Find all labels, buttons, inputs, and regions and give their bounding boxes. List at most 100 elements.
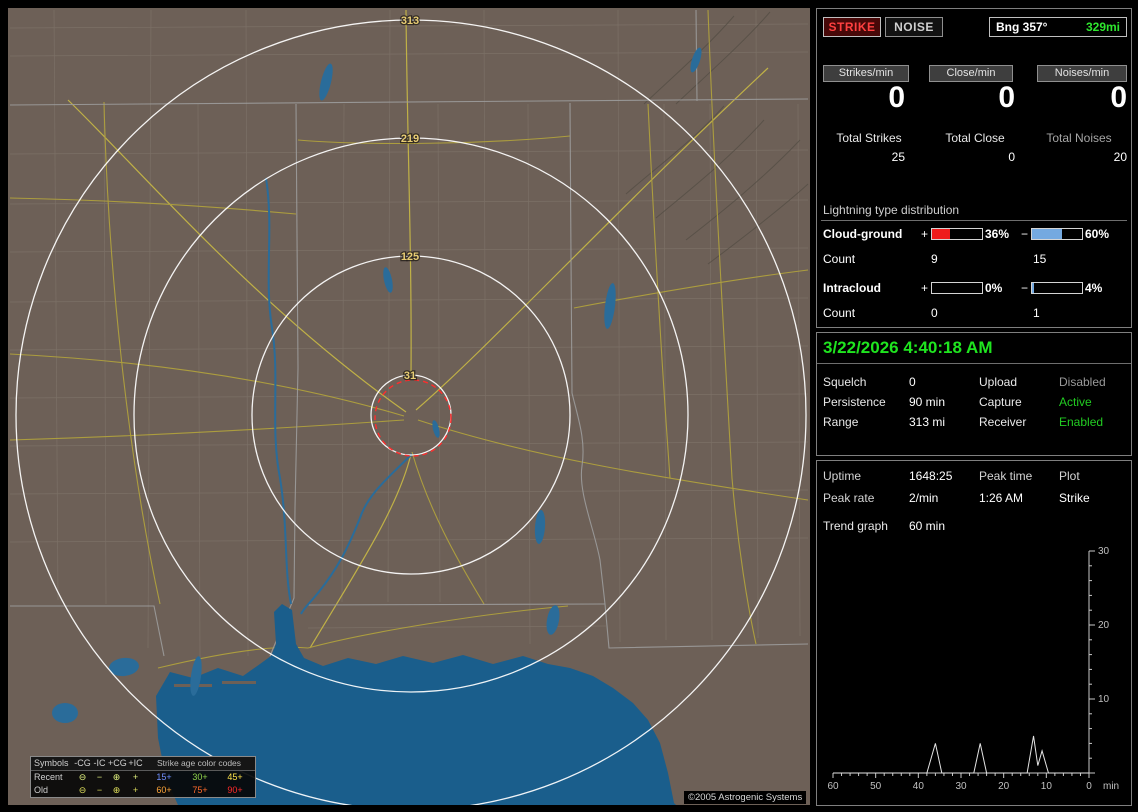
distribution-title: Lightning type distribution bbox=[823, 203, 960, 217]
old-nic-icon: − bbox=[96, 785, 103, 795]
noise-button[interactable]: NOISE bbox=[885, 17, 943, 37]
age-90: 90+ bbox=[227, 785, 243, 795]
svg-text:40: 40 bbox=[913, 781, 925, 792]
map-legend: Symbols -CG -IC +CG +IC Strike age color… bbox=[30, 756, 256, 798]
peak-rate-label: Peak rate bbox=[823, 491, 875, 505]
strike-counter-panel: STRIKE NOISE Bng 357° 329mi Strikes/min … bbox=[816, 8, 1132, 328]
uptime-value: 1648:25 bbox=[909, 469, 953, 483]
svg-text:20: 20 bbox=[1098, 620, 1110, 631]
intracloud-label: Intracloud bbox=[823, 281, 882, 295]
minus-sign: − bbox=[1021, 281, 1029, 295]
noises-per-min-button[interactable]: Noises/min bbox=[1037, 65, 1127, 82]
svg-text:20: 20 bbox=[998, 781, 1010, 792]
legend-col-pcg: +CG bbox=[108, 758, 127, 768]
svg-text:30: 30 bbox=[955, 781, 967, 792]
trend-panel: Uptime 1648:25 Peak time Plot Peak rate … bbox=[816, 460, 1132, 806]
divider bbox=[821, 220, 1127, 221]
minus-sign: − bbox=[1021, 227, 1029, 241]
cg-positive-count: 9 bbox=[931, 252, 938, 266]
copyright-text: ©2005 Astrogenic Systems bbox=[684, 791, 807, 804]
recent-nic-icon: − bbox=[96, 772, 103, 782]
total-noises-value: 20 bbox=[1113, 150, 1127, 164]
close-per-min-value: 0 bbox=[998, 81, 1015, 114]
legend-col-ncg: -CG bbox=[74, 758, 91, 768]
trend-graph: 10 20 30 60 50 40 30 20 10 0 min bbox=[827, 546, 1119, 792]
svg-text:0: 0 bbox=[1086, 781, 1092, 792]
age-45: 45+ bbox=[227, 772, 243, 782]
datetime-display: 3/22/2026 4:40:18 AM bbox=[823, 338, 993, 357]
old-pcg-icon: ⊕ bbox=[112, 785, 121, 795]
total-close-label: Total Close bbox=[945, 131, 1005, 145]
old-ncg-icon: ⊖ bbox=[78, 785, 87, 795]
upload-label: Upload bbox=[979, 375, 1018, 389]
ring-label-31: 31 bbox=[404, 370, 416, 382]
age-15: 15+ bbox=[156, 772, 172, 782]
receiver-status: Enabled bbox=[1059, 415, 1104, 429]
total-strikes-label: Total Strikes bbox=[836, 131, 902, 145]
strikes-per-min-button[interactable]: Strikes/min bbox=[823, 65, 909, 82]
legend-col-nic: -IC bbox=[93, 758, 106, 768]
ic-negative-pct: 4% bbox=[1085, 281, 1103, 295]
ic-positive-bar bbox=[931, 282, 983, 294]
ring-label-313: 313 bbox=[401, 15, 419, 27]
range-label: Range bbox=[823, 415, 859, 429]
divider bbox=[817, 363, 1131, 364]
legend-symbols-header: Symbols bbox=[34, 758, 69, 768]
range-setting-value: 313 mi bbox=[909, 415, 946, 429]
legend-age-header: Strike age color codes bbox=[156, 758, 242, 768]
capture-status: Active bbox=[1059, 395, 1092, 409]
persistence-label: Persistence bbox=[823, 395, 886, 409]
ic-negative-bar bbox=[1031, 282, 1083, 294]
bearing-value: Bng 357° bbox=[996, 20, 1048, 34]
recent-ncg-icon: ⊖ bbox=[78, 772, 87, 782]
map-canvas: 313 219 125 31 bbox=[8, 8, 810, 805]
recent-pcg-icon: ⊕ bbox=[112, 772, 121, 782]
ic-positive-count: 0 bbox=[931, 306, 938, 320]
cg-positive-pct: 36% bbox=[985, 227, 1010, 241]
ic-negative-count: 1 bbox=[1033, 306, 1040, 320]
plot-value: Strike bbox=[1059, 491, 1090, 505]
uptime-label: Uptime bbox=[823, 469, 862, 483]
noises-per-min-value: 0 bbox=[1110, 81, 1127, 114]
strikes-per-min-value: 0 bbox=[888, 81, 905, 114]
total-strikes-value: 25 bbox=[891, 150, 905, 164]
ic-positive-pct: 0% bbox=[985, 281, 1003, 295]
cg-negative-count: 15 bbox=[1033, 252, 1047, 266]
peak-time-label: Peak time bbox=[979, 469, 1033, 483]
trend-window-value: 60 min bbox=[909, 519, 946, 533]
ring-label-219: 219 bbox=[401, 133, 419, 145]
cg-negative-pct: 60% bbox=[1085, 227, 1110, 241]
peak-time-value: 1:26 AM bbox=[979, 491, 1024, 505]
persistence-value: 90 min bbox=[909, 395, 946, 409]
close-per-min-button[interactable]: Close/min bbox=[929, 65, 1013, 82]
capture-label: Capture bbox=[979, 395, 1022, 409]
trend-graph-label: Trend graph bbox=[823, 519, 888, 533]
total-noises-label: Total Noises bbox=[1046, 131, 1112, 145]
legend-col-pic: +IC bbox=[128, 758, 143, 768]
old-pic-icon: + bbox=[132, 785, 139, 795]
ring-label-125: 125 bbox=[401, 251, 419, 263]
squelch-label: Squelch bbox=[823, 375, 867, 389]
svg-text:min: min bbox=[1103, 781, 1119, 792]
svg-text:10: 10 bbox=[1098, 694, 1110, 705]
lightning-map[interactable]: 313 219 125 31 Symbols -CG -IC +CG +IC S… bbox=[8, 8, 810, 805]
squelch-value: 0 bbox=[909, 375, 916, 389]
strike-button[interactable]: STRIKE bbox=[823, 17, 881, 37]
age-60: 60+ bbox=[156, 785, 172, 795]
recent-pic-icon: + bbox=[132, 772, 139, 782]
cg-positive-bar bbox=[931, 228, 983, 240]
plus-sign: + bbox=[921, 281, 929, 295]
legend-old-label: Old bbox=[34, 785, 49, 795]
svg-text:10: 10 bbox=[1041, 781, 1053, 792]
upload-status: Disabled bbox=[1059, 375, 1106, 389]
plus-sign: + bbox=[921, 227, 929, 241]
bearing-range-display: Bng 357° 329mi bbox=[989, 17, 1127, 37]
range-value: 329mi bbox=[1085, 20, 1120, 34]
peak-rate-value: 2/min bbox=[909, 491, 939, 505]
cloud-ground-label: Cloud-ground bbox=[823, 227, 903, 241]
plot-label: Plot bbox=[1059, 469, 1080, 483]
ic-count-label: Count bbox=[823, 306, 856, 320]
total-close-value: 0 bbox=[1008, 150, 1015, 164]
status-panel: 3/22/2026 4:40:18 AM Squelch 0 Upload Di… bbox=[816, 332, 1132, 456]
legend-recent-label: Recent bbox=[34, 772, 63, 782]
